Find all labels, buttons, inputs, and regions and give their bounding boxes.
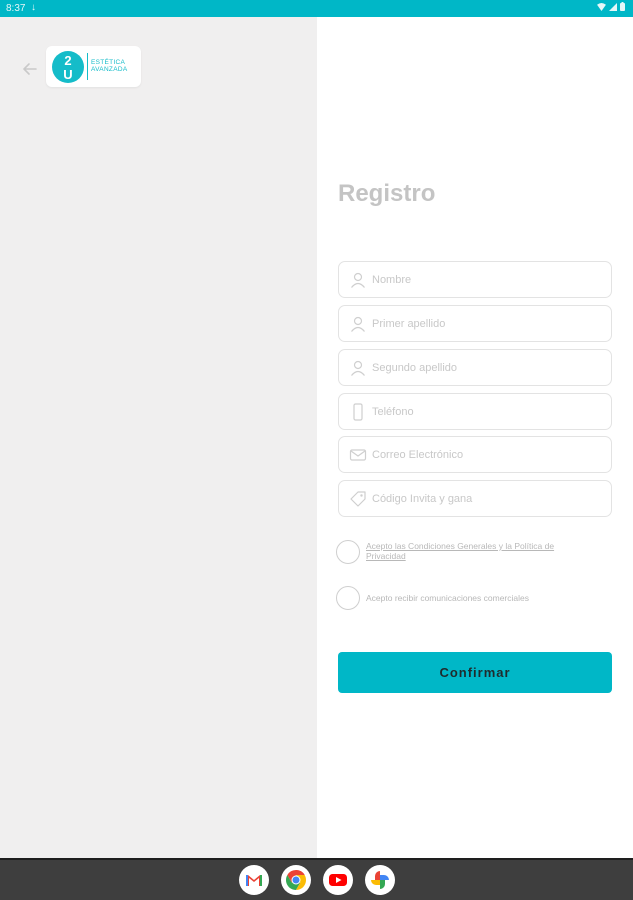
signal-icon bbox=[609, 2, 617, 11]
phone-field[interactable] bbox=[338, 393, 612, 430]
email-field[interactable] bbox=[338, 436, 612, 473]
logo-mark: 2U bbox=[52, 51, 84, 83]
logo: 2U ESTÉTICA AVANZADA bbox=[46, 46, 141, 87]
mail-icon bbox=[349, 449, 367, 461]
logo-line-2: AVANZADA bbox=[91, 66, 128, 73]
dock-chrome[interactable] bbox=[281, 865, 311, 895]
marketing-checkbox[interactable] bbox=[336, 586, 360, 610]
email-input[interactable] bbox=[372, 437, 604, 472]
first-surname-input[interactable] bbox=[372, 306, 604, 341]
logo-divider bbox=[87, 53, 88, 80]
photos-icon bbox=[371, 871, 389, 889]
tag-icon bbox=[350, 491, 366, 507]
status-bar: 8:37 ↓ bbox=[0, 0, 633, 17]
gmail-icon bbox=[246, 875, 262, 886]
arrow-left-icon bbox=[23, 63, 37, 75]
logo-text: ESTÉTICA AVANZADA bbox=[91, 59, 127, 73]
terms-row: Acepto las Condiciones Generales y la Po… bbox=[336, 540, 616, 566]
user-icon bbox=[351, 360, 365, 376]
name-input[interactable] bbox=[372, 262, 604, 297]
user-icon bbox=[351, 316, 365, 332]
youtube-icon bbox=[329, 874, 347, 886]
status-icons bbox=[597, 2, 625, 11]
phone-input[interactable] bbox=[372, 394, 604, 429]
wifi-icon bbox=[597, 2, 606, 11]
terms-link[interactable]: Acepto las Condiciones Generales y la Po… bbox=[366, 541, 586, 561]
battery-icon bbox=[620, 2, 625, 11]
marketing-row: Acepto recibir comunicaciones comerciale… bbox=[336, 586, 616, 612]
left-panel: 2U ESTÉTICA AVANZADA bbox=[0, 17, 317, 858]
terms-checkbox[interactable] bbox=[336, 540, 360, 564]
invite-code-input[interactable] bbox=[372, 481, 604, 516]
logo-line-1: ESTÉTICA bbox=[91, 59, 126, 66]
back-button[interactable] bbox=[20, 59, 40, 79]
chrome-icon bbox=[286, 870, 306, 890]
second-surname-field[interactable] bbox=[338, 349, 612, 386]
phone-icon bbox=[353, 403, 363, 421]
download-icon: ↓ bbox=[31, 2, 36, 13]
marketing-label: Acepto recibir comunicaciones comerciale… bbox=[366, 593, 529, 603]
dock-gmail[interactable] bbox=[239, 865, 269, 895]
page-title: Registro bbox=[338, 180, 436, 207]
invite-code-field[interactable] bbox=[338, 480, 612, 517]
second-surname-input[interactable] bbox=[372, 350, 604, 385]
dock-photos[interactable] bbox=[365, 865, 395, 895]
name-field[interactable] bbox=[338, 261, 612, 298]
user-icon bbox=[351, 272, 365, 288]
confirm-button[interactable]: Confirmar bbox=[338, 652, 612, 693]
status-time: 8:37 bbox=[6, 3, 26, 14]
first-surname-field[interactable] bbox=[338, 305, 612, 342]
dock-youtube[interactable] bbox=[323, 865, 353, 895]
app-dock bbox=[0, 858, 633, 900]
